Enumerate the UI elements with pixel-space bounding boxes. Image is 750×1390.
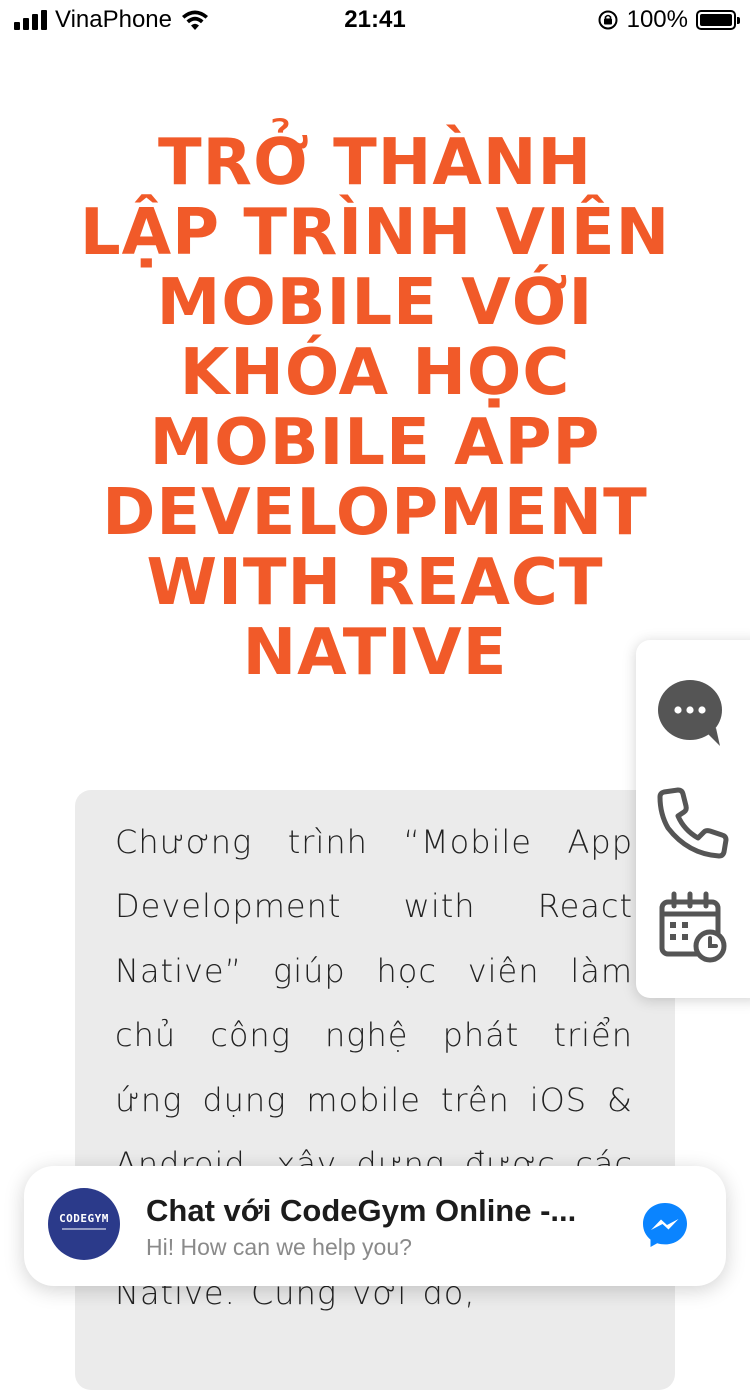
calendar-icon [659, 891, 727, 963]
schedule-button[interactable] [654, 890, 730, 966]
codegym-logo: CODEGYM [48, 1188, 120, 1260]
hero-title-line: NATIVE [242, 616, 508, 690]
contact-panel [636, 640, 750, 998]
hero-title-line: DEVELOPMENT [102, 476, 648, 550]
hero-title-line: WITH REACT [146, 546, 604, 620]
call-button[interactable] [654, 784, 730, 860]
hero-title-line: MOBILE APP [149, 406, 601, 480]
chat-subtitle: Hi! How can we help you? [146, 1234, 412, 1260]
rotation-lock-icon [598, 10, 618, 30]
hero-title-line: KHÓA HỌC [179, 336, 571, 410]
hero-title-line: LẬP TRÌNH VIÊN [79, 196, 671, 270]
battery-percent: 100% [626, 6, 688, 33]
status-right: 100% [597, 6, 740, 34]
hero-title-line: MOBILE VỚI [156, 266, 594, 340]
phone-icon [657, 787, 729, 859]
chat-bubble-icon [658, 680, 722, 746]
description-card: Chương trình “Mobile App Development wit… [75, 790, 675, 1390]
chat-button[interactable] [654, 676, 730, 752]
chat-title: Chat với CodeGym Online -... [146, 1193, 577, 1228]
battery-fill [700, 14, 732, 26]
status-bar: VinaPhone 21:41 100% [0, 0, 750, 40]
messenger-icon[interactable] [640, 1200, 690, 1250]
hero-title-line: TRỞ THÀNH [158, 126, 592, 200]
messenger-chat-bar[interactable]: CODEGYM Chat với CodeGym Online -... Hi!… [24, 1166, 726, 1286]
logo-underline [62, 1228, 106, 1230]
hero-title: TRỞ THÀNH LẬP TRÌNH VIÊN MOBILE VỚI KHÓA HỌ… [40, 128, 710, 688]
logo-text: CODEGYM [59, 1212, 109, 1225]
battery-icon [696, 10, 740, 30]
